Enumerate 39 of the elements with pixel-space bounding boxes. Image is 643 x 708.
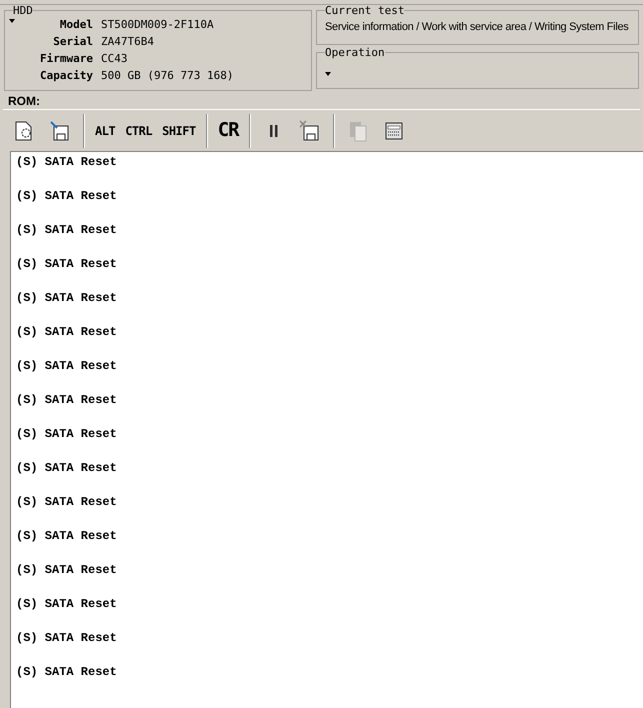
- field-label: Serial: [52, 34, 94, 50]
- field-label: Model: [58, 17, 94, 33]
- log-line: (S) SATA Reset: [16, 563, 118, 579]
- group-title: Operation: [325, 47, 385, 58]
- toolbar-button[interactable]: CTRL: [125, 116, 152, 146]
- current-test-value: Service information / Work with service area / Writing System Files: [325, 20, 630, 35]
- log-line: (S) SATA Reset: [16, 325, 118, 341]
- log-line: (S) SATA Reset: [16, 631, 118, 647]
- floppy-disk-icon: [49, 120, 71, 142]
- log-line: (S) SATA Reset: [16, 461, 118, 477]
- log-line: (S) SATA Reset: [16, 495, 118, 511]
- log-line: (S) SATA Reset: [16, 257, 118, 273]
- toolbar-button[interactable]: CR: [218, 116, 239, 146]
- field-value: ST500DM009-2F110A: [101, 17, 214, 33]
- log-line: (S) SATA Reset: [16, 529, 118, 545]
- group-title: Current test: [325, 6, 404, 16]
- log-line: (S) SATA Reset: [16, 155, 118, 171]
- log-line: (S) SATA Reset: [16, 189, 118, 205]
- floppy-disk-cross-icon: [298, 120, 321, 142]
- rom-label: ROM:: [7, 93, 41, 109]
- log-line: (S) SATA Reset: [16, 393, 118, 409]
- field-label: Firmware: [39, 51, 94, 67]
- field-value: ZA47T6B4: [101, 34, 154, 50]
- log-line: (S) SATA Reset: [16, 427, 118, 443]
- log-line: (S) SATA Reset: [16, 665, 118, 681]
- field-label: Capacity: [39, 68, 94, 84]
- log-line: (S) SATA Reset: [16, 597, 118, 613]
- field-value: 500 GB (976 773 168): [101, 68, 234, 84]
- keyboard-window-icon: [384, 122, 403, 140]
- log-line: (S) SATA Reset: [16, 291, 118, 307]
- toolbar-button[interactable]: ALT: [95, 116, 116, 146]
- dropdown-arrow-icon[interactable]: [9, 19, 15, 23]
- log-line: (S) SATA Reset: [16, 223, 118, 239]
- dropdown-arrow-icon[interactable]: [325, 72, 331, 76]
- group-title: HDD: [13, 5, 33, 16]
- pause-icon: [268, 124, 279, 138]
- log-line: (S) SATA Reset: [16, 359, 118, 375]
- field-value: CC43: [101, 51, 128, 67]
- toolbar-button[interactable]: SHIFT: [162, 116, 196, 146]
